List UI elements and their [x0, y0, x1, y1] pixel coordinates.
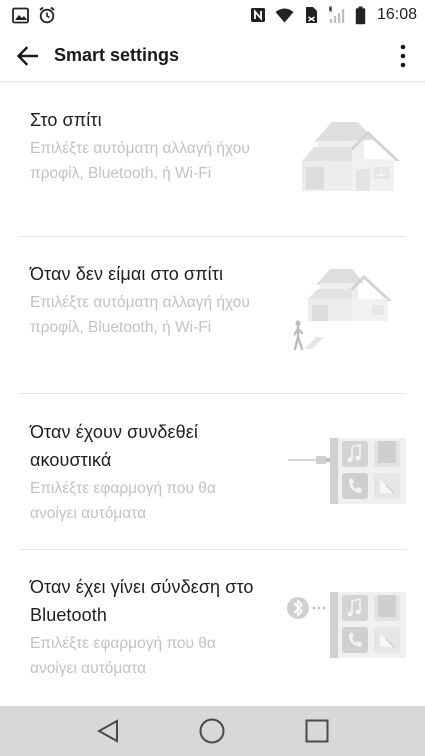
list-item-description: Επιλέξτε εφαρμογή που θα ανοίγει αυτόματ… [30, 635, 216, 677]
list-item-description: Επιλέξτε αυτόματη αλλαγή ήχου προφίλ, Bl… [30, 294, 250, 336]
status-right-icons: 16:08 [250, 6, 417, 25]
list-item-description: Επιλέξτε εφαρμογή που θα ανοίγει αυτόματ… [30, 480, 216, 522]
list-item-text: Όταν έχει γίνει σύνδεση στο Bluetooth Επ… [19, 550, 259, 681]
smart-settings-list: Στο σπίτι Επιλέξτε αυτόματη αλλαγή ήχου … [0, 83, 425, 706]
navigation-bar [0, 706, 425, 756]
nav-recents-button[interactable] [292, 706, 342, 756]
list-item-text: Όταν έχουν συνδεθεί ακουστικά Επιλέξτε ε… [19, 394, 259, 526]
more-options-button[interactable] [381, 30, 425, 82]
smart-settings-screen: 16:08 Smart settings Στο σπίτι Επιλέξτε … [0, 0, 425, 756]
list-item-bluetooth-connected[interactable]: Όταν έχει γίνει σύνδεση στο Bluetooth Επ… [19, 550, 406, 706]
list-item-description: Επιλέξτε αυτόματη αλλαγή ήχου προφίλ, Bl… [30, 140, 250, 182]
list-item-title: Στο σπίτι [30, 110, 102, 130]
app-bar: Smart settings [0, 30, 425, 82]
nfc-icon [250, 7, 266, 23]
list-item-earphones-connected[interactable]: Όταν έχουν συνδεθεί ακουστικά Επιλέξτε ε… [19, 394, 406, 550]
nav-home-button[interactable] [187, 706, 237, 756]
list-item-away-from-home[interactable]: Όταν δεν είμαι στο σπίτι Επιλέξτε αυτόμα… [19, 237, 406, 394]
nav-home-icon [199, 718, 225, 744]
house-walking-person-icon [292, 265, 404, 370]
more-vert-icon [400, 44, 406, 67]
list-item-text: Όταν δεν είμαι στο σπίτι Επιλέξτε αυτόμα… [19, 237, 259, 340]
list-item-text: Στο σπίτι Επιλέξτε αυτόματη αλλαγή ήχου … [19, 83, 259, 186]
nav-back-icon [97, 719, 119, 743]
sim-icon [303, 6, 319, 24]
list-item-title: Όταν έχει γίνει σύνδεση στο Bluetooth [30, 577, 254, 625]
list-item-at-home[interactable]: Στο σπίτι Επιλέξτε αυτόματη αλλαγή ήχου … [19, 83, 406, 237]
wifi-icon [275, 8, 294, 23]
status-left-icons [12, 6, 56, 24]
page-title: Smart settings [54, 45, 180, 65]
earphone-apps-icon [286, 438, 406, 511]
gallery-icon [12, 7, 29, 24]
nav-back-button[interactable] [83, 706, 133, 756]
nav-recents-icon [305, 719, 329, 743]
status-time: 16:08 [376, 6, 417, 23]
house-icon [296, 119, 404, 198]
signal-icon [328, 6, 346, 24]
arrow-back-icon [16, 45, 38, 66]
alarm-icon [38, 6, 56, 24]
list-item-title: Όταν έχουν συνδεθεί ακουστικά [30, 422, 198, 470]
battery-icon [355, 6, 366, 25]
back-button[interactable] [2, 30, 52, 82]
status-bar: 16:08 [0, 0, 425, 30]
list-item-title: Όταν δεν είμαι στο σπίτι [30, 264, 224, 284]
bluetooth-apps-icon [286, 592, 406, 665]
